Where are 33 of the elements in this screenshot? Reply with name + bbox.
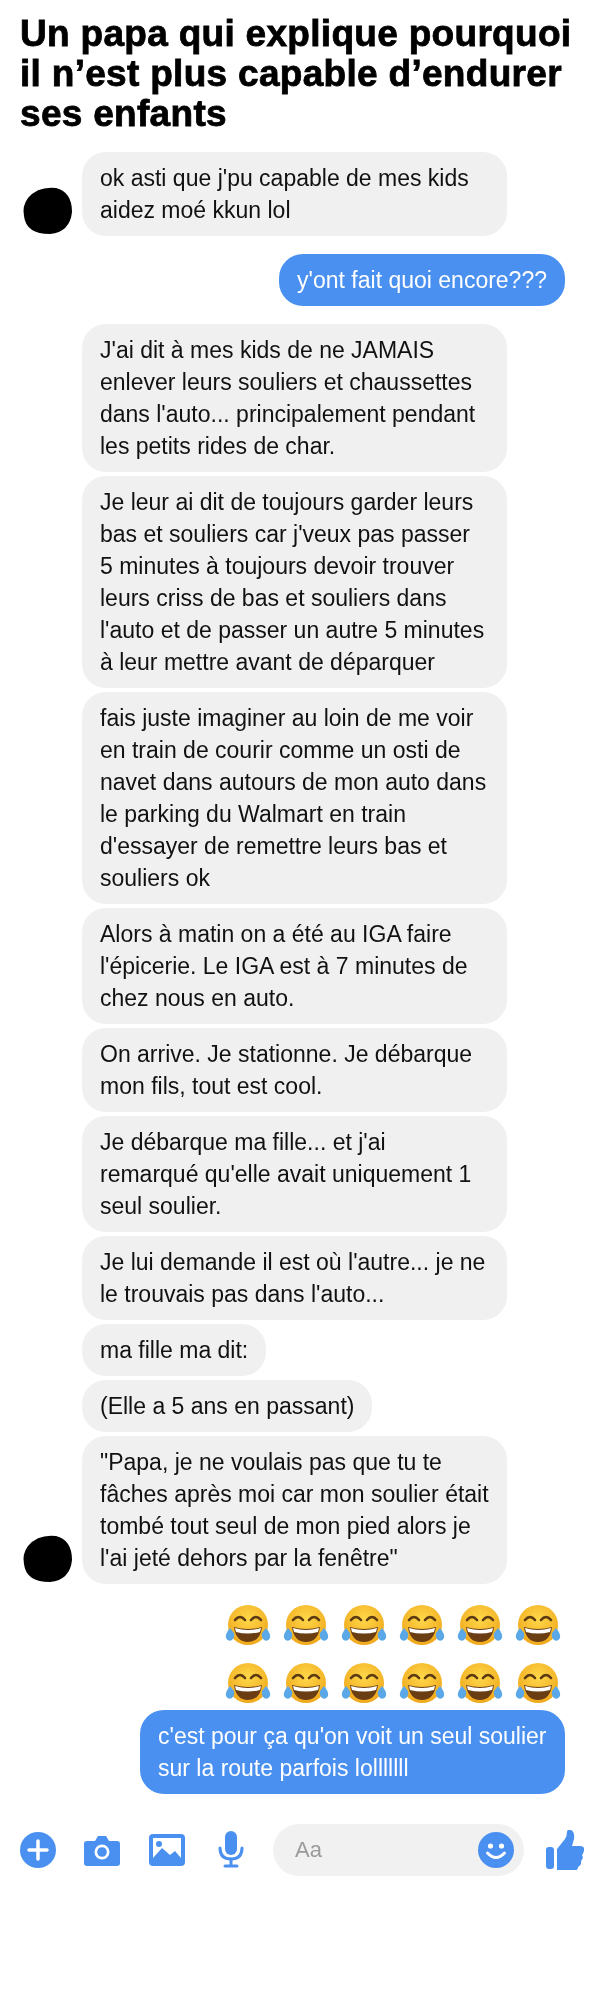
message-bubble: fais juste imaginer au loin de me voir en train de courir comme un osti de navet dans autours de mon auto dans le parking du Walmart en train d'essayer de remettre leurs bas et souliers ok (82, 692, 507, 904)
laughing-face-icon (456, 1602, 504, 1648)
laughing-face-icon (282, 1660, 330, 1706)
laughing-face-icon (340, 1602, 388, 1648)
laughing-face-icon (456, 1660, 504, 1706)
message-field[interactable]: Aa (273, 1824, 524, 1876)
message-bubble: y'ont fait quoi encore??? (279, 254, 565, 306)
laughing-face-icon (514, 1602, 562, 1648)
message-bubble: Alors à matin on a été au IGA faire l'épicerie. Le IGA est à 7 minutes de chez nous en auto. (82, 908, 507, 1024)
laughing-face-icon (398, 1660, 446, 1706)
laughing-face-icon (224, 1602, 272, 1648)
image-icon[interactable] (149, 1834, 185, 1866)
add-icon[interactable] (20, 1832, 56, 1868)
message-bubble: On arrive. Je stationne. Je débarque mon fils, tout est cool. (82, 1028, 507, 1112)
laughing-face-icon (514, 1660, 562, 1706)
message-bubble: "Papa, je ne voulais pas que tu te fâches après moi car mon soulier était tombé tout seul de mon pied alors je l'ai jeté dehors par la fenêtre" (82, 1436, 507, 1584)
message-bubble: (Elle a 5 ans en passant) (82, 1380, 373, 1432)
microphone-icon[interactable] (217, 1831, 245, 1869)
thumbs-up-icon[interactable] (546, 1830, 584, 1870)
laughing-face-icon (340, 1660, 388, 1706)
laughing-face-icon (398, 1602, 446, 1648)
post-title: Un papa qui explique pourquoi il n’est plus capable d’endurer ses enfants (20, 14, 573, 134)
laughing-face-icon (282, 1602, 330, 1648)
message-bubble: Je leur ai dit de toujours garder leurs bas et souliers car j'veux pas passer 5 minutes à toujours devoir trouver leurs criss de bas et souliers dans l'auto et de passer un autre 5 minutes à leur mettre avant de déparquer (82, 476, 507, 688)
message-bubble: ok asti que j'pu capable de mes kids aidez moé kkun lol (82, 152, 507, 236)
laughing-face-icon (224, 1660, 272, 1706)
emoji-icon[interactable] (478, 1832, 514, 1868)
message-bubble: c'est pour ça qu'on voit un seul soulier sur la route parfois lolllllll (140, 1710, 565, 1794)
message-bubble: Je débarque ma fille... et j'ai remarqué qu'elle avait uniquement 1 seul soulier. (82, 1116, 507, 1232)
message-bubble: Je lui demande il est où l'autre... je ne le trouvais pas dans l'auto... (82, 1236, 507, 1320)
camera-icon[interactable] (83, 1834, 121, 1866)
message-bubble: J'ai dit à mes kids de ne JAMAIS enlever leurs souliers et chaussettes dans l'auto... principalement pendant les petits rides de char. (82, 324, 507, 472)
message-bubble: ma fille ma dit: (82, 1324, 267, 1376)
